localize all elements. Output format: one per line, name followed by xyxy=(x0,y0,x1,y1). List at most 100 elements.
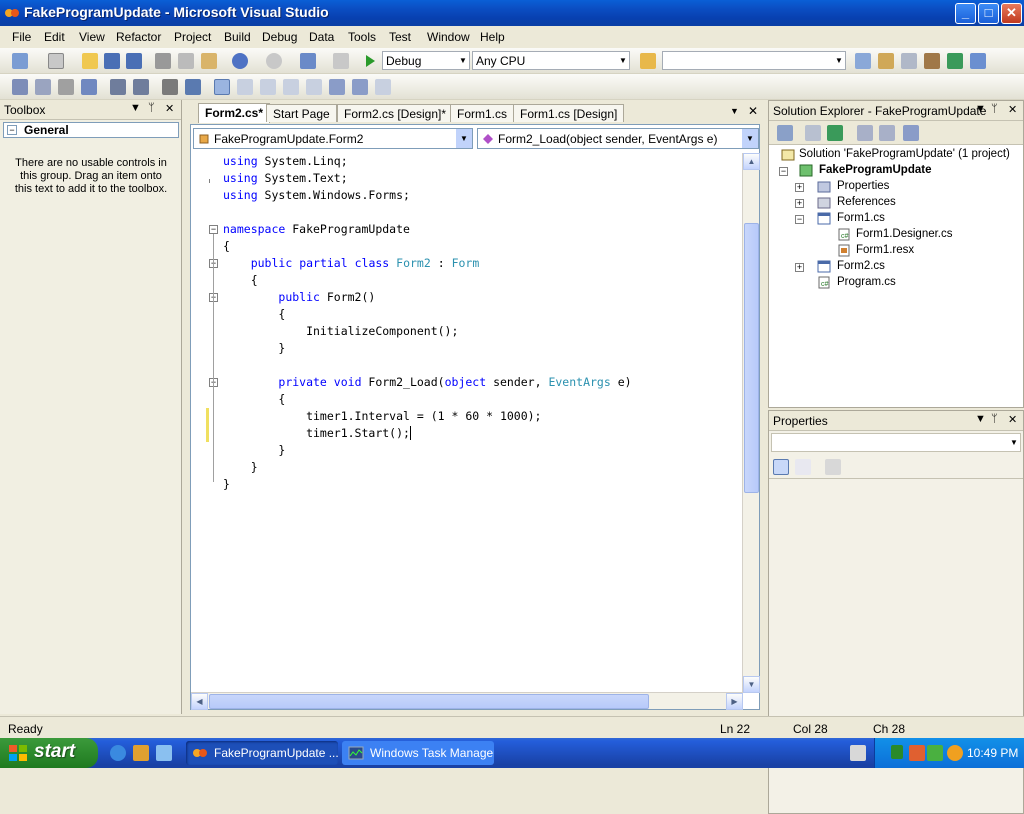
configuration-combo[interactable]: Debug ▼ xyxy=(382,51,470,70)
menu-window[interactable]: Window xyxy=(427,30,470,44)
taskbar-button-task-manager[interactable]: Windows Task Manager xyxy=(342,741,494,765)
toggle-bookmark-icon[interactable] xyxy=(214,79,230,95)
title-bar[interactable]: FakeProgramUpdate - Microsoft Visual Stu… xyxy=(0,0,1024,26)
window-position-icon[interactable]: ▼ xyxy=(975,103,986,115)
save-all-icon[interactable] xyxy=(126,53,142,69)
tray-search-icon[interactable] xyxy=(947,745,963,761)
horizontal-scroll-thumb[interactable] xyxy=(209,694,649,709)
close-button[interactable]: ✕ xyxy=(1001,3,1022,24)
collapse-namespace-icon[interactable]: − xyxy=(209,225,218,234)
active-files-dropdown-icon[interactable]: ▼ xyxy=(730,106,739,116)
scroll-right-icon[interactable]: ▶ xyxy=(726,693,743,710)
navigate-forward-icon[interactable] xyxy=(333,53,349,69)
toolbox-icon[interactable] xyxy=(924,53,940,69)
scroll-up-icon[interactable]: ▲ xyxy=(743,153,760,170)
menu-help[interactable]: Help xyxy=(480,30,505,44)
expand-icon[interactable]: + xyxy=(795,199,804,208)
tree-item-properties[interactable]: Properties xyxy=(837,179,889,194)
comment-lines-icon[interactable] xyxy=(162,79,178,95)
auto-hide-pin-icon[interactable]: ᛘ xyxy=(148,102,155,114)
categorized-icon[interactable] xyxy=(773,459,789,475)
start-page-icon[interactable] xyxy=(947,53,963,69)
menu-project[interactable]: Project xyxy=(174,30,211,44)
show-desktop-icon[interactable] xyxy=(156,745,172,761)
tree-item-form1-cs[interactable]: Form1.cs xyxy=(837,211,885,226)
scroll-left-icon[interactable]: ◀ xyxy=(191,693,208,710)
refresh-icon[interactable] xyxy=(827,125,843,141)
show-all-files-icon[interactable] xyxy=(805,125,821,141)
parameter-info-icon[interactable] xyxy=(58,79,74,95)
next-bookmark-folder-icon[interactable] xyxy=(306,79,322,95)
navigate-backward-icon[interactable] xyxy=(300,53,316,69)
previous-bookmark-folder-icon[interactable] xyxy=(283,79,299,95)
object-selector-combo[interactable]: ▼ xyxy=(771,433,1021,452)
decrease-indent-icon[interactable] xyxy=(110,79,126,95)
maximize-button[interactable]: □ xyxy=(978,3,999,24)
object-browser-icon[interactable] xyxy=(901,53,917,69)
tab-form1-cs[interactable]: Form1.cs xyxy=(450,104,515,122)
menu-view[interactable]: View xyxy=(79,30,105,44)
scroll-down-icon[interactable]: ▼ xyxy=(743,676,760,693)
vertical-scrollbar[interactable]: ▲ ▼ xyxy=(742,153,760,693)
menu-build[interactable]: Build xyxy=(224,30,251,44)
tree-item-form2-cs[interactable]: Form2.cs xyxy=(837,259,885,274)
uncomment-lines-icon[interactable] xyxy=(185,79,201,95)
tray-app-icon[interactable] xyxy=(909,745,925,761)
close-icon[interactable]: ✕ xyxy=(1008,103,1017,116)
quicklaunch-app-icon[interactable] xyxy=(133,745,149,761)
window-position-icon[interactable]: ▼ xyxy=(975,413,986,425)
previous-bookmark-icon[interactable] xyxy=(237,79,253,95)
collapse-icon[interactable]: − xyxy=(795,215,804,224)
close-icon[interactable]: ✕ xyxy=(1008,413,1017,426)
platform-combo[interactable]: Any CPU ▼ xyxy=(472,51,630,70)
taskbar-button-visual-studio[interactable]: FakeProgramUpdate ... xyxy=(186,741,338,765)
redo-icon[interactable] xyxy=(266,53,282,69)
internet-explorer-icon[interactable] xyxy=(110,745,126,761)
type-combo[interactable]: FakeProgramUpdate.Form2 ▼ xyxy=(193,128,473,149)
tree-solution[interactable]: Solution 'FakeProgramUpdate' (1 project) xyxy=(799,147,1010,162)
command-window-icon[interactable] xyxy=(970,53,986,69)
member-list-icon[interactable] xyxy=(35,79,51,95)
start-button[interactable]: start xyxy=(0,738,98,768)
menu-tools[interactable]: Tools xyxy=(348,30,376,44)
auto-hide-pin-icon[interactable]: ᛘ xyxy=(991,413,998,425)
tray-security-icon[interactable] xyxy=(927,745,943,761)
menu-refactor[interactable]: Refactor xyxy=(116,30,161,44)
tree-project[interactable]: FakeProgramUpdate xyxy=(819,163,931,178)
menu-test[interactable]: Test xyxy=(389,30,411,44)
open-file-icon[interactable] xyxy=(82,53,98,69)
increase-indent-icon[interactable] xyxy=(133,79,149,95)
code-text-area[interactable]: using System.Linq; using System.Text; us… xyxy=(191,153,743,693)
tab-form1-design[interactable]: Form1.cs [Design] xyxy=(513,104,625,122)
auto-hide-pin-icon[interactable]: ᛘ xyxy=(991,103,998,115)
menu-edit[interactable]: Edit xyxy=(44,30,65,44)
vertical-scroll-thumb[interactable] xyxy=(744,223,759,493)
save-icon[interactable] xyxy=(104,53,120,69)
close-document-icon[interactable]: ✕ xyxy=(748,104,758,118)
view-designer-icon[interactable] xyxy=(879,125,895,141)
class-view-icon[interactable] xyxy=(12,79,28,95)
clear-bookmarks-icon[interactable] xyxy=(375,79,391,95)
add-item-icon[interactable] xyxy=(48,53,64,69)
member-combo[interactable]: Form2_Load(object sender, EventArgs e) ▼ xyxy=(477,128,759,149)
tree-item-form1-designer[interactable]: Form1.Designer.cs xyxy=(856,227,953,242)
menu-debug[interactable]: Debug xyxy=(262,30,297,44)
tab-form2-design[interactable]: Form2.cs [Design]* xyxy=(337,104,454,122)
minimize-button[interactable]: _ xyxy=(955,3,976,24)
properties-icon[interactable] xyxy=(777,125,793,141)
view-class-diagram-icon[interactable] xyxy=(903,125,919,141)
task-manager-cpu-icon[interactable] xyxy=(891,745,903,759)
next-bookmark-icon[interactable] xyxy=(260,79,276,95)
cut-icon[interactable] xyxy=(155,53,171,69)
previous-bookmark-document-icon[interactable] xyxy=(329,79,345,95)
tree-item-program-cs[interactable]: Program.cs xyxy=(837,275,896,290)
tree-item-references[interactable]: References xyxy=(837,195,896,210)
menu-file[interactable]: File xyxy=(12,30,31,44)
view-code-icon[interactable] xyxy=(857,125,873,141)
copy-icon[interactable] xyxy=(178,53,194,69)
keyboard-icon[interactable] xyxy=(850,745,866,761)
tree-item-form1-resx[interactable]: Form1.resx xyxy=(856,243,914,258)
undo-icon[interactable] xyxy=(232,53,248,69)
new-project-icon[interactable] xyxy=(12,53,28,69)
expand-icon[interactable]: + xyxy=(795,263,804,272)
